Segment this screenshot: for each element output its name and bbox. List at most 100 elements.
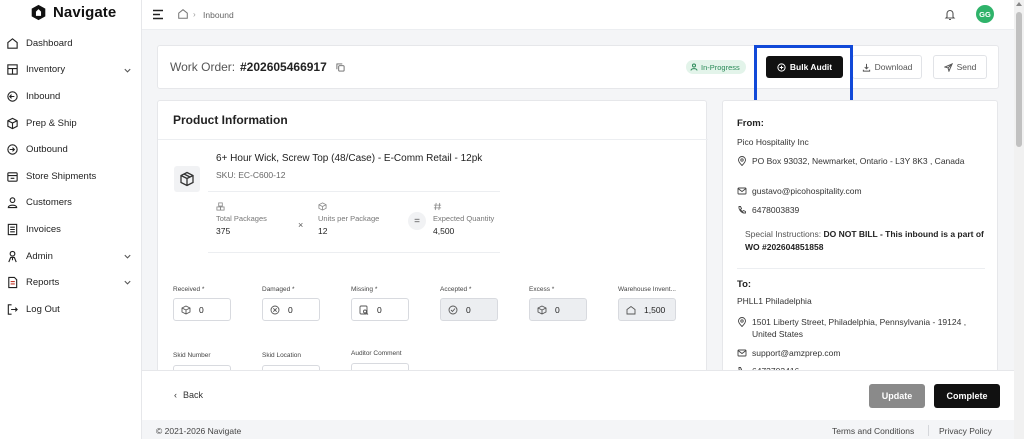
sidebar: Navigate Dashboard Inventory Inbound Pre…: [0, 0, 142, 439]
download-icon: [862, 63, 870, 72]
complete-button[interactable]: Complete: [934, 384, 1000, 408]
accepted-value: 0: [466, 304, 471, 315]
multiply-sign: ×: [298, 220, 304, 230]
copy-icon[interactable]: [336, 63, 345, 72]
work-order-number: #202605466917: [240, 60, 327, 74]
product-sku: SKU: EC-C600-12: [216, 170, 286, 180]
app-name: Navigate: [53, 4, 117, 21]
sidebar-item-label: Outbound: [26, 144, 68, 156]
sidebar-item-label: Inventory: [26, 64, 66, 76]
address-card: From: Pico Hospitality Inc PO Box 93032,…: [722, 100, 998, 370]
scroll-up-icon[interactable]: [1016, 2, 1022, 6]
sidebar-item-inventory[interactable]: Inventory: [0, 57, 142, 84]
sidebar-item-label: Store Shipments: [26, 170, 97, 182]
status-badge: In-Progress: [686, 60, 746, 74]
avatar[interactable]: GG: [976, 5, 994, 23]
sidebar-item-label: Admin: [26, 250, 53, 262]
navigate-logo-icon: [31, 4, 46, 21]
sidebar-item-admin[interactable]: Admin: [0, 243, 142, 270]
back-button[interactable]: ‹ Back: [174, 390, 203, 400]
to-name: PHLL1 Philadelphia: [737, 296, 812, 306]
to-email-text: support@amzprep.com: [752, 348, 841, 358]
sidebar-item-label: Invoices: [26, 223, 61, 235]
to-email: support@amzprep.com: [737, 347, 987, 359]
location-pin-icon: [738, 317, 746, 327]
warehouse-icon: [626, 305, 636, 314]
units-per-package-value: 12: [318, 226, 328, 236]
phone-icon: [738, 206, 746, 214]
breadcrumb-home-icon[interactable]: [177, 8, 189, 20]
sidebar-item-store-shipments[interactable]: Store Shipments: [0, 163, 142, 190]
download-button[interactable]: Download: [852, 55, 922, 79]
grid-icon: [6, 63, 19, 76]
sidebar-item-dashboard[interactable]: Dashboard: [0, 30, 142, 57]
sidebar-item-reports[interactable]: Reports: [0, 269, 142, 296]
page-scrollbar[interactable]: [1014, 0, 1024, 439]
chevron-down-icon: [124, 68, 131, 73]
work-order-header: Work Order: #202605466917 In-Progress Bu…: [157, 45, 999, 112]
location-pin-icon: [738, 156, 746, 166]
quantity-summary: Total Packages 375 × Units per Package 1…: [208, 191, 500, 253]
from-phone-text: 6478003839: [752, 205, 800, 215]
sidebar-item-label: Log Out: [26, 303, 60, 315]
damaged-input[interactable]: 0: [262, 298, 320, 321]
auditor-comment-label: Auditor Comment: [351, 350, 402, 357]
damaged-value: 0: [288, 304, 293, 315]
report-icon: [6, 276, 19, 289]
privacy-link[interactable]: Privacy Policy: [939, 426, 992, 436]
action-bar: ‹ Back Update Complete: [142, 370, 1014, 420]
mail-icon: [737, 349, 747, 357]
store-icon: [6, 170, 19, 183]
search-box-icon: [359, 305, 369, 315]
sidebar-item-customers[interactable]: Customers: [0, 190, 142, 217]
terms-link[interactable]: Terms and Conditions: [832, 426, 914, 436]
mail-icon: [737, 187, 747, 195]
product-thumbnail: [174, 166, 200, 192]
expected-quantity: Expected Quantity 4,500: [433, 202, 494, 236]
chevron-down-icon: [124, 281, 131, 285]
scrollbar-thumb[interactable]: [1016, 12, 1022, 147]
footer: © 2021-2026 Navigate Terms and Condition…: [142, 420, 1014, 439]
bell-icon[interactable]: [944, 8, 956, 21]
from-phone: 6478003839: [737, 204, 987, 216]
product-name: 6+ Hour Wick, Screw Top (48/Case) - E-Co…: [216, 153, 483, 164]
warehouse-inventory-input: 1,500: [618, 298, 676, 321]
skid-location-label: Skid Location: [262, 352, 302, 359]
section-title: Product Information: [173, 113, 288, 127]
sidebar-item-invoices[interactable]: Invoices: [0, 216, 142, 243]
accepted-input: 0: [440, 298, 498, 321]
warehouse-inventory-value: 1,500: [644, 304, 666, 315]
missing-label: Missing *: [351, 286, 378, 293]
update-button[interactable]: Update: [869, 384, 925, 408]
check-circle-icon: [448, 305, 458, 314]
sidebar-item-inbound[interactable]: Inbound: [0, 83, 142, 110]
excess-field: Excess * 0: [529, 286, 587, 321]
from-email: gustavo@picohospitality.com: [737, 185, 987, 197]
units-per-package: Units per Package 12: [318, 202, 379, 236]
x-circle-icon: [270, 305, 280, 314]
sidebar-item-log-out[interactable]: Log Out: [0, 296, 142, 323]
received-input[interactable]: 0: [173, 298, 231, 321]
missing-input[interactable]: 0: [351, 298, 409, 321]
breadcrumb-current[interactable]: Inbound: [203, 10, 234, 20]
damaged-label: Damaged *: [262, 286, 295, 293]
total-packages: Total Packages 375: [216, 202, 267, 236]
sidebar-item-label: Dashboard: [26, 37, 73, 49]
main-content: Work Order: #202605466917 In-Progress Bu…: [142, 30, 1014, 370]
to-address: 1501 Liberty Street, Philadelphia, Penns…: [737, 316, 987, 340]
received-label: Received *: [173, 286, 205, 293]
damaged-field: Damaged * 0: [262, 286, 320, 321]
sidebar-item-outbound[interactable]: Outbound: [0, 136, 142, 163]
expected-quantity-value: 4,500: [433, 226, 455, 236]
special-instructions-label: Special Instructions:: [745, 229, 822, 239]
app-logo[interactable]: Navigate: [30, 4, 116, 21]
send-icon: [943, 62, 953, 72]
sidebar-item-prep-ship[interactable]: Prep & Ship: [0, 110, 142, 137]
send-button[interactable]: Send: [933, 55, 987, 79]
total-packages-label: Total Packages: [216, 214, 267, 223]
menu-icon[interactable]: [152, 9, 164, 20]
home-icon: [6, 37, 19, 50]
auditor-comment-input[interactable]: [351, 363, 409, 370]
breadcrumb-separator: ›: [193, 10, 196, 19]
excess-label: Excess *: [529, 286, 555, 293]
